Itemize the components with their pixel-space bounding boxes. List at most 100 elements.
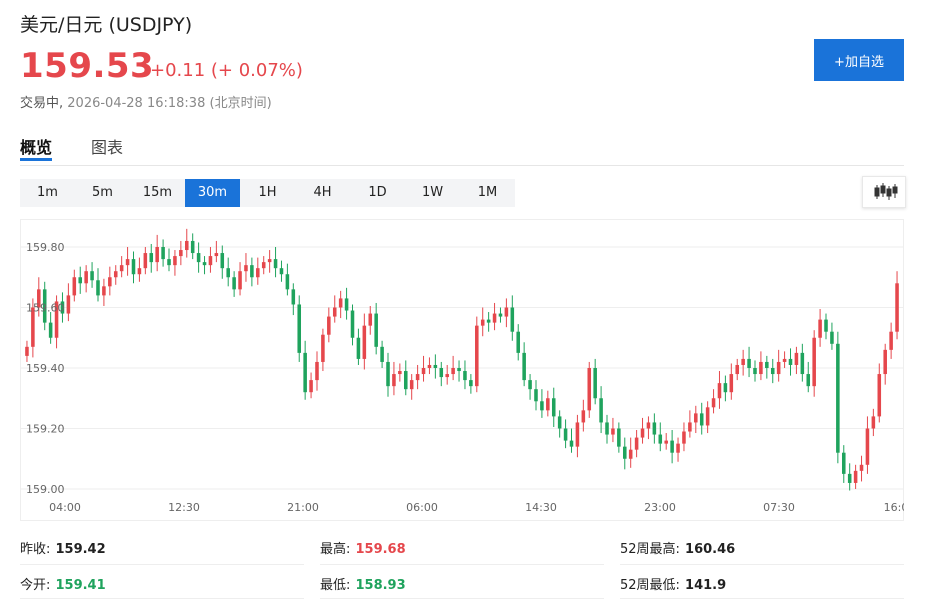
candle-body [380, 346, 384, 362]
period-30m[interactable]: 30m [185, 179, 240, 207]
candle-body [90, 271, 94, 281]
candle-body [540, 401, 544, 411]
candle-body [415, 374, 420, 381]
candle-body [557, 416, 562, 429]
stat-value: 141.9 [685, 578, 727, 593]
candle-body [688, 422, 692, 432]
candle-body [84, 271, 88, 284]
candle-body [392, 374, 396, 387]
candle-body [131, 259, 136, 275]
period-1w[interactable]: 1W [405, 179, 460, 207]
status-text: 交易中, [20, 96, 64, 111]
candle-body [433, 364, 438, 368]
stat-52w-low: 52周最低: 141.9 [620, 574, 726, 593]
candle-body [267, 259, 272, 263]
period-15m[interactable]: 15m [130, 179, 185, 207]
candle-body [184, 240, 189, 251]
candle-body [782, 358, 787, 362]
candle-body [575, 422, 580, 447]
candle-body [113, 271, 118, 278]
candle-body [173, 256, 177, 266]
candle-body [699, 413, 704, 426]
stat-value: 159.41 [55, 578, 106, 593]
candle-body [315, 361, 319, 381]
candle-body [108, 277, 112, 287]
candle-body [818, 319, 822, 338]
x-tick-label: 06:00 [406, 501, 438, 514]
x-tick-label: 04:00 [49, 501, 81, 514]
stat-prev-close: 昨收: 159.42 [20, 538, 106, 557]
stat-value: 159.42 [55, 542, 106, 557]
candle-body [670, 440, 674, 453]
row-divider [320, 564, 604, 565]
candle-body [800, 352, 805, 375]
candle-body [220, 253, 225, 269]
candle-body [226, 268, 230, 278]
period-4h[interactable]: 4H [295, 179, 350, 207]
period-1m[interactable]: 1m [20, 179, 75, 207]
candle-body [859, 464, 864, 471]
candle-body [202, 262, 207, 266]
candle-body [480, 319, 485, 326]
candle-body [593, 368, 597, 399]
stat-label: 今开: [20, 578, 51, 593]
stat-label: 最低: [320, 578, 351, 593]
stat-label: 昨收: [20, 542, 51, 557]
candle-body [350, 310, 355, 338]
candle-body [119, 265, 124, 272]
stat-label: 最高: [320, 542, 351, 557]
candle-body [794, 352, 799, 365]
stat-low: 最低: 158.93 [320, 574, 406, 593]
y-tick-label: 159.60 [26, 302, 65, 315]
row-divider [20, 564, 304, 565]
candle-body [788, 358, 793, 365]
candle-body [528, 380, 532, 390]
candle-body [96, 280, 100, 296]
candle-body [836, 343, 840, 453]
x-tick-label: 16:0 [884, 501, 904, 514]
period-1mo[interactable]: 1M [460, 179, 515, 207]
candle-body [759, 361, 763, 375]
candle-body [344, 298, 349, 311]
candle-body [297, 304, 302, 353]
y-tick-label: 159.80 [26, 241, 65, 254]
candle-body [522, 352, 526, 381]
candle-body [498, 313, 503, 317]
candle-body [634, 437, 639, 450]
candle-body [196, 253, 201, 263]
period-1d[interactable]: 1D [350, 179, 405, 207]
candle-body [149, 253, 154, 263]
candle-body [664, 440, 668, 444]
candle-body [847, 473, 852, 483]
tab-chart[interactable]: 图表 [91, 134, 123, 158]
candle-body [569, 440, 574, 447]
candle-body [895, 283, 899, 332]
candle-body [362, 325, 367, 359]
chart-type-button[interactable] [862, 176, 906, 208]
candle-body [622, 446, 627, 459]
candle-body [510, 307, 515, 332]
candle-body [853, 470, 858, 483]
candle-body [256, 268, 260, 278]
price-chart[interactable]: 159.80 159.60 159.40 159.20 159.00 04:00 12:3… [20, 219, 904, 521]
candle-body [770, 368, 775, 375]
add-watchlist-button[interactable]: +加自选 [814, 39, 904, 81]
candle-body [190, 240, 195, 254]
tab-overview[interactable]: 概览 [20, 134, 52, 158]
candle-body [398, 371, 402, 375]
candle-body [279, 268, 284, 275]
candle-body [78, 277, 83, 284]
candle-body [403, 371, 408, 390]
candle-body [155, 247, 159, 263]
candle-body [285, 274, 290, 290]
trading-status: 交易中, 2026-04-28 16:18:38 (北京时间) [20, 92, 272, 111]
candle-body [486, 319, 491, 323]
candle-body [321, 334, 325, 362]
candle-body [841, 452, 846, 474]
candle-body [238, 271, 242, 290]
tab-divider [20, 165, 904, 166]
stat-value: 159.68 [355, 542, 406, 557]
period-5m[interactable]: 5m [75, 179, 130, 207]
stat-label: 52周最低: [620, 578, 680, 593]
period-1h[interactable]: 1H [240, 179, 295, 207]
